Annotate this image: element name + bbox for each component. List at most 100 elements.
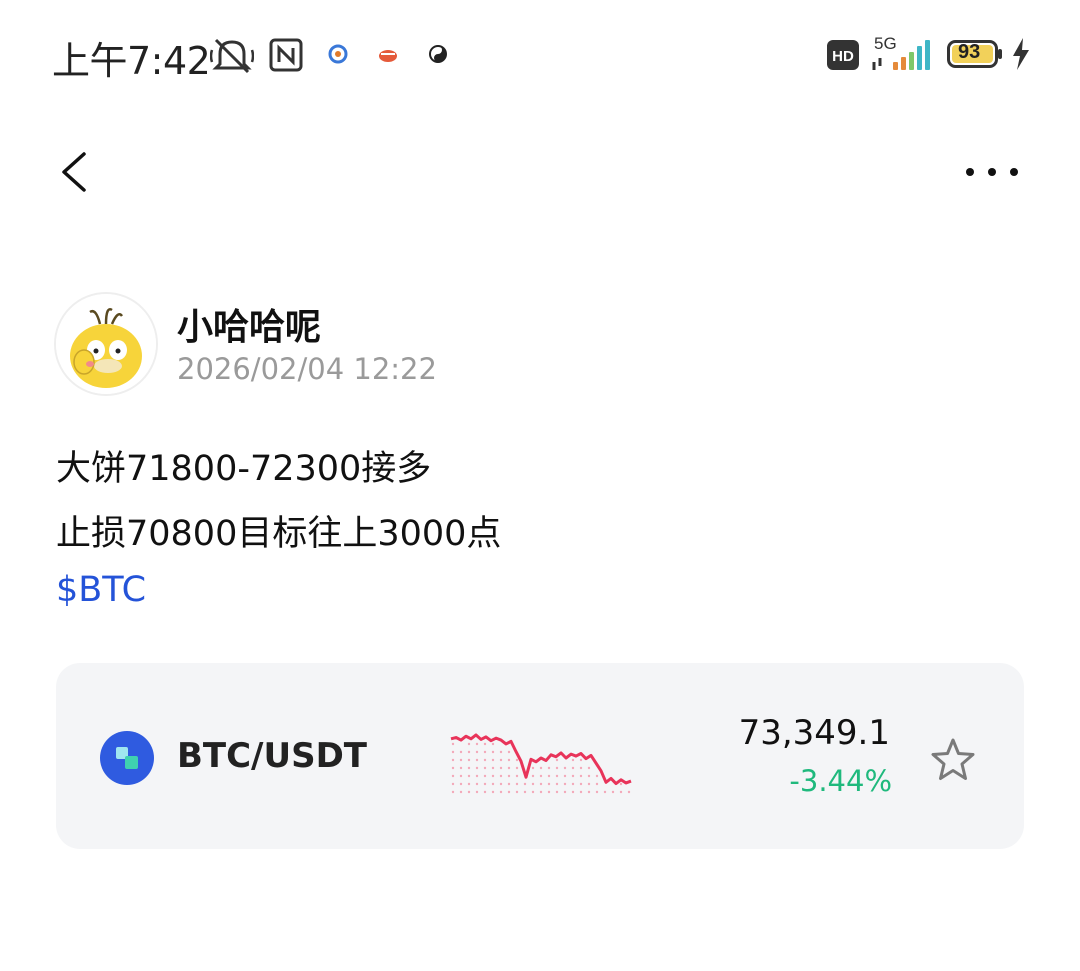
star-favorite-icon[interactable] bbox=[929, 736, 977, 784]
sparkline-fill-dot bbox=[451, 742, 455, 746]
sparkline-fill-dot bbox=[579, 758, 583, 762]
sparkline-fill-dot bbox=[491, 766, 495, 770]
sparkline-fill-dot bbox=[475, 782, 479, 786]
sparkline-fill-dot bbox=[475, 766, 479, 770]
sparkline-fill-dot bbox=[547, 766, 551, 770]
sparkline-fill-dot bbox=[563, 766, 567, 770]
ticker-card[interactable]: BTC/USDT 73,349.1 -3.44% bbox=[56, 663, 1024, 849]
sparkline-fill-dot bbox=[507, 782, 511, 786]
sparkline-fill-dot bbox=[507, 766, 511, 770]
sparkline-fill-dot bbox=[467, 766, 471, 770]
sparkline-fill-dot bbox=[483, 742, 487, 746]
svg-text:HD: HD bbox=[832, 48, 854, 65]
chevron-left-icon[interactable] bbox=[56, 150, 92, 194]
status-bar: 上午7:42 HD 5G 93 bbox=[0, 0, 1080, 110]
sparkline-fill-dot bbox=[603, 790, 607, 794]
cashtag-link[interactable]: $BTC bbox=[56, 570, 146, 610]
sparkline-fill-dot bbox=[587, 790, 591, 794]
more-dots-icon[interactable] bbox=[960, 160, 1024, 184]
sparkline-fill-dot bbox=[547, 782, 551, 786]
sparkline-fill-dot bbox=[571, 790, 575, 794]
sparkline-fill-dot bbox=[619, 790, 623, 794]
sparkline-fill-dot bbox=[515, 774, 519, 778]
sparkline-fill-dot bbox=[451, 750, 455, 754]
avatar[interactable] bbox=[54, 292, 158, 396]
sparkline-fill-dot bbox=[579, 782, 583, 786]
sparkline-fill-dot bbox=[483, 782, 487, 786]
sparkline-fill-dot bbox=[475, 742, 479, 746]
sparkline-fill-dot bbox=[555, 766, 559, 770]
sparkline-fill-dot bbox=[515, 758, 519, 762]
battery-level: 93 bbox=[958, 41, 981, 63]
top-nav-bar bbox=[0, 130, 1080, 210]
post-text-line: 止损70800目标往上3000点 bbox=[56, 514, 502, 554]
sparkline-fill-dot bbox=[531, 774, 535, 778]
sparkline-fill-dot bbox=[523, 790, 527, 794]
app-notify-icon bbox=[379, 50, 397, 62]
sparkline-fill-dot bbox=[571, 782, 575, 786]
sparkline-fill-dot bbox=[539, 774, 543, 778]
sparkline-fill-dot bbox=[451, 758, 455, 762]
sparkline-fill-dot bbox=[515, 782, 519, 786]
sparkline-fill-dot bbox=[475, 774, 479, 778]
sparkline-fill-dot bbox=[491, 790, 495, 794]
sparkline-fill-dot bbox=[483, 774, 487, 778]
app-notify-icon bbox=[328, 44, 348, 64]
sparkline-fill-dot bbox=[499, 774, 503, 778]
sparkline-fill-dot bbox=[467, 790, 471, 794]
sparkline-fill-dot bbox=[555, 790, 559, 794]
sparkline-fill-dot bbox=[507, 750, 511, 754]
sparkline-fill-dot bbox=[499, 750, 503, 754]
sparkline-fill-dot bbox=[515, 790, 519, 794]
sparkline-fill-dot bbox=[563, 790, 567, 794]
sparkline-fill-dot bbox=[499, 758, 503, 762]
sparkline-fill-dot bbox=[611, 790, 615, 794]
sparkline-fill-dot bbox=[595, 782, 599, 786]
sparkline-fill-dot bbox=[451, 782, 455, 786]
sparkline-fill-dot bbox=[563, 782, 567, 786]
sparkline-fill-dot bbox=[595, 790, 599, 794]
sparkline-fill-dot bbox=[491, 758, 495, 762]
sparkline-fill-dot bbox=[483, 766, 487, 770]
sparkline-fill-dot bbox=[571, 774, 575, 778]
sparkline-fill-dot bbox=[619, 782, 623, 786]
sparkline-fill-dot bbox=[587, 774, 591, 778]
sparkline-fill-dot bbox=[627, 790, 631, 794]
app-notify-icon bbox=[429, 45, 447, 63]
sparkline-fill-dot bbox=[467, 774, 471, 778]
sparkline-fill-dot bbox=[467, 742, 471, 746]
sparkline-fill-dot bbox=[483, 750, 487, 754]
sparkline-fill-dot bbox=[459, 774, 463, 778]
sparkline-fill-dot bbox=[555, 758, 559, 762]
sparkline-fill-dot bbox=[459, 790, 463, 794]
sparkline-fill-dot bbox=[531, 790, 535, 794]
post-timestamp: 2026/02/04 12:22 bbox=[177, 352, 437, 386]
sparkline-fill-dot bbox=[555, 774, 559, 778]
sparkline-fill-dot bbox=[571, 758, 575, 762]
sparkline-fill-dot bbox=[451, 790, 455, 794]
sparkline-fill-dot bbox=[451, 774, 455, 778]
author-name[interactable]: 小哈哈呢 bbox=[177, 298, 321, 350]
sparkline-fill-dot bbox=[539, 790, 543, 794]
sparkline-fill-dot bbox=[491, 774, 495, 778]
signal-icon bbox=[872, 40, 930, 70]
mute-icon bbox=[210, 38, 254, 74]
sparkline-fill-dot bbox=[483, 758, 487, 762]
price-sparkline bbox=[450, 733, 632, 794]
charging-icon bbox=[1013, 38, 1029, 70]
sparkline-fill-dot bbox=[467, 782, 471, 786]
sparkline-fill-dot bbox=[507, 758, 511, 762]
sparkline-fill-dot bbox=[459, 750, 463, 754]
sparkline-fill-dot bbox=[459, 782, 463, 786]
sparkline-fill-dot bbox=[523, 782, 527, 786]
post-text-line: 大饼71800-72300接多 bbox=[56, 449, 432, 489]
sparkline-fill-dot bbox=[587, 782, 591, 786]
sparkline-fill-dot bbox=[499, 782, 503, 786]
sparkline-fill-dot bbox=[499, 790, 503, 794]
sparkline-fill-dot bbox=[539, 782, 543, 786]
sparkline-fill-dot bbox=[531, 782, 535, 786]
sparkline-fill-dot bbox=[587, 766, 591, 770]
sparkline-fill-dot bbox=[547, 790, 551, 794]
sparkline-fill-dot bbox=[507, 774, 511, 778]
sparkline-fill-dot bbox=[459, 766, 463, 770]
